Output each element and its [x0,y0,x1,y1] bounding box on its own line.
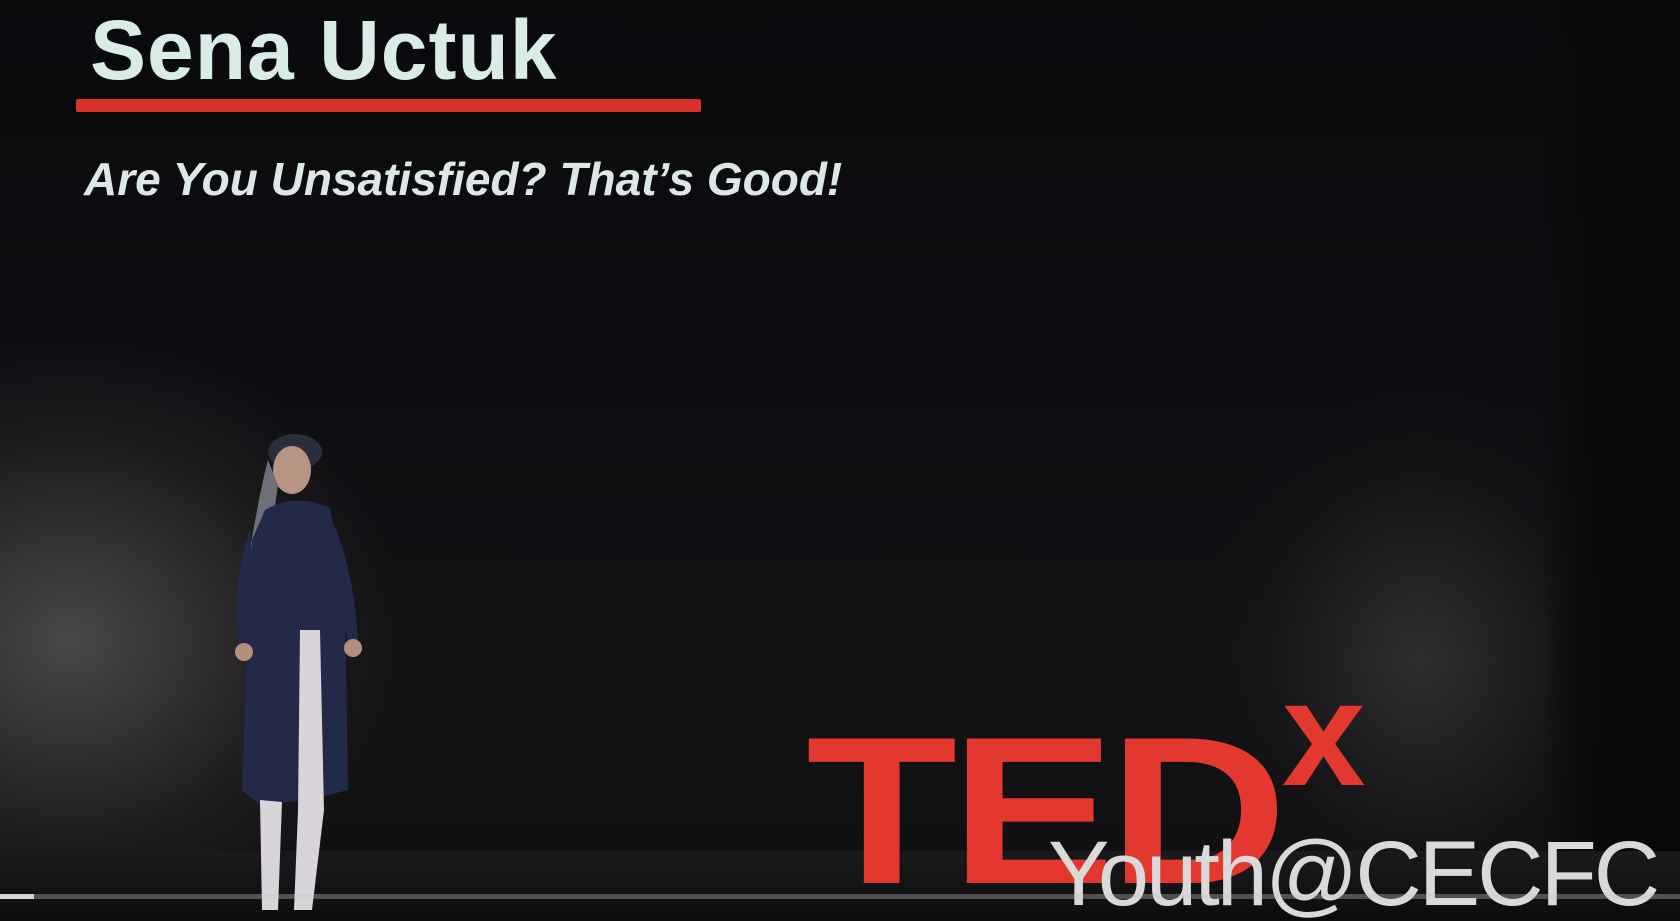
stage-curtain [1540,0,1680,921]
speaker-name: Sena Uctuk [90,3,558,97]
name-underline [76,99,701,112]
video-frame[interactable]: Sena Uctuk Are You Unsatisfied? That’s G… [0,0,1680,921]
video-progress-bar[interactable] [0,894,1680,899]
talk-title: Are You Unsatisfied? That’s Good! [84,153,843,205]
tedx-event-name: Youth@CECFC [1048,823,1660,921]
tedx-logo-x: x [1282,649,1366,817]
video-progress-fill [0,894,34,899]
speaker-figure [235,434,362,910]
